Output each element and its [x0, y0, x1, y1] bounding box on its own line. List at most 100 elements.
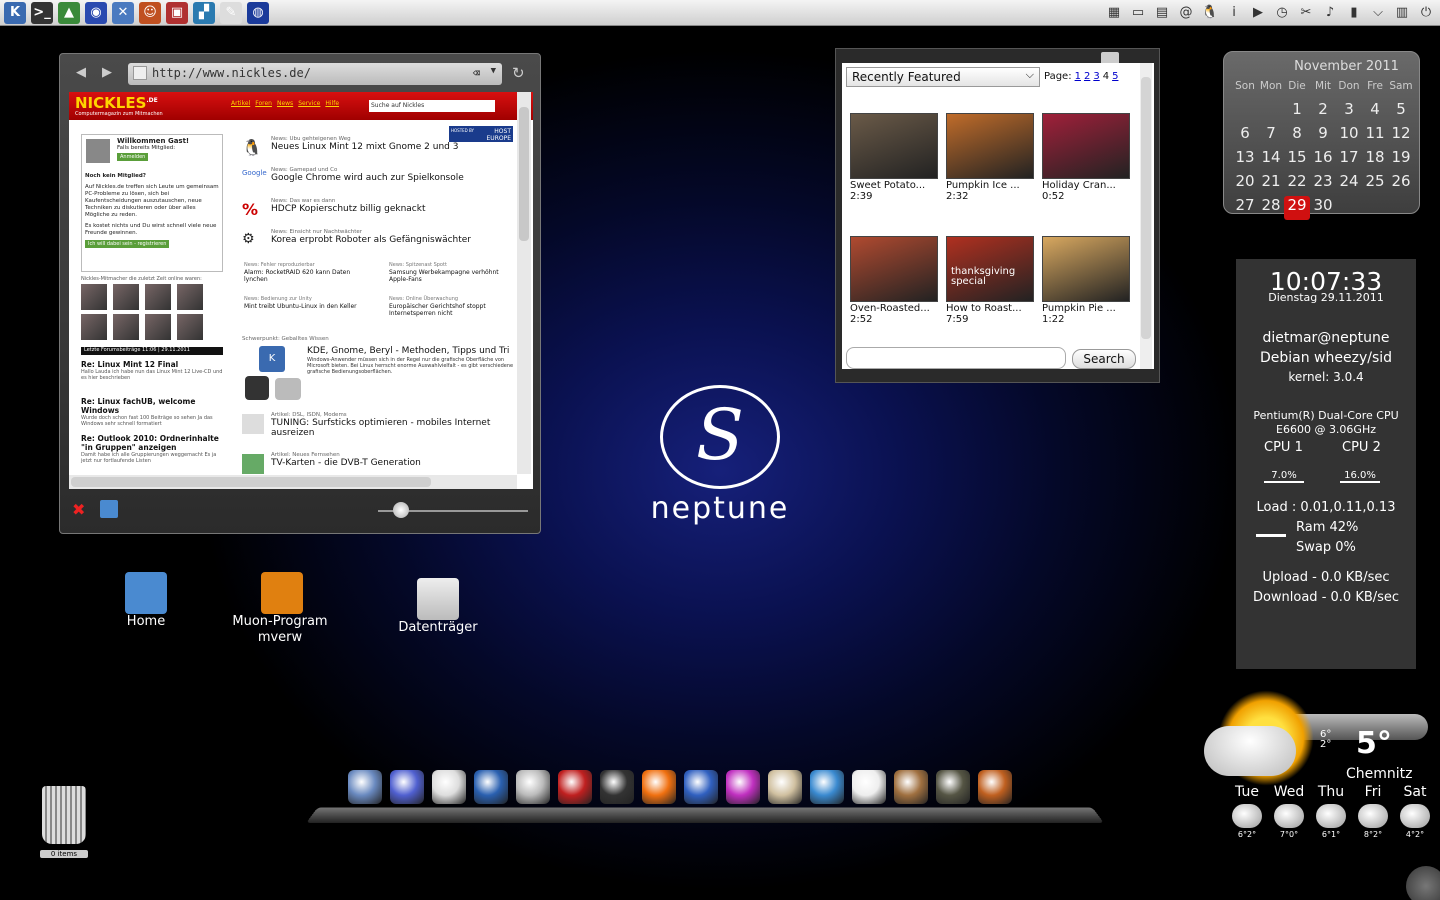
video-title[interactable]: Holiday Cran... [1042, 180, 1132, 191]
tools-icon[interactable]: ✕ [112, 1, 134, 24]
calendar-day[interactable]: 28 [1258, 196, 1284, 220]
calendar-day[interactable]: 13 [1232, 148, 1258, 172]
member-avatar[interactable] [113, 314, 139, 340]
calendar-today[interactable]: 29 [1284, 196, 1310, 220]
power-icon[interactable]: ⏻ [1416, 2, 1436, 22]
forum-post[interactable]: Re: Linux Mint 12 Final Hallo Lauda ich h… [81, 360, 225, 381]
vlc-icon[interactable] [642, 770, 676, 804]
member-avatar[interactable] [177, 314, 203, 340]
video-thumbnail[interactable]: Holiday Cran... 0:52 [1042, 113, 1132, 202]
page-link[interactable]: 3 [1093, 71, 1099, 82]
calendar-day[interactable]: 14 [1258, 148, 1284, 172]
calendar-day[interactable]: 10 [1336, 124, 1362, 148]
register-button[interactable]: Ich will dabei sein - registrieren [85, 240, 170, 248]
compass-icon[interactable] [516, 770, 550, 804]
kde-menu-icon[interactable]: K [4, 1, 26, 24]
video-thumbnail[interactable]: Pumpkin Ice ... 2:32 [946, 113, 1036, 202]
member-avatar[interactable] [81, 314, 107, 340]
calendar-day[interactable]: 24 [1336, 172, 1362, 196]
bookmarks-icon[interactable] [100, 500, 118, 518]
small-news[interactable]: News: Fehler reproduzierbar Alarm: Rocket… [244, 262, 372, 283]
back-button[interactable]: ◀ [72, 65, 90, 81]
focus-headline[interactable]: KDE, Gnome, Beryl - Methoden, Tipps und … [307, 346, 527, 356]
calendar-day[interactable]: 12 [1388, 124, 1414, 148]
monitor-icon[interactable]: ▲ [58, 1, 80, 24]
url-bar[interactable]: http://www.nickles.de/ ⌫ ▼ [128, 63, 502, 85]
calendar-day[interactable]: 7 [1258, 124, 1284, 148]
small-news[interactable]: News: Bedienung zur Unity Mint treibt Ubu… [244, 296, 372, 310]
calendar-day[interactable]: 20 [1232, 172, 1258, 196]
member-avatar[interactable] [145, 314, 171, 340]
network-icon[interactable]: ◉ [85, 1, 107, 24]
calendar-day[interactable]: 22 [1284, 172, 1310, 196]
chess-pieces-icon[interactable] [936, 770, 970, 804]
desktop-icon-home[interactable]: Home [116, 572, 176, 629]
scrollbar-thumb[interactable] [519, 107, 529, 241]
animal-icon[interactable]: ☺ [139, 1, 161, 24]
system-monitor-icon[interactable]: ▥ [1392, 2, 1412, 22]
calendar-day[interactable]: 15 [1284, 148, 1310, 172]
google-earth-icon[interactable] [474, 770, 508, 804]
calendar-day[interactable]: 9 [1310, 124, 1336, 148]
calendar-icon[interactable]: ▤ [1152, 2, 1172, 22]
wolf-browser-icon[interactable] [684, 770, 718, 804]
video-category-select[interactable]: Recently Featured [846, 67, 1040, 87]
scissors-icon[interactable]: ✂ [1296, 2, 1316, 22]
video-preview[interactable] [1042, 113, 1130, 179]
calendar-day[interactable]: 17 [1336, 148, 1362, 172]
volume-icon[interactable]: ♪ [1320, 2, 1340, 22]
tux-icon[interactable]: 🐧 [1200, 2, 1220, 22]
clock-icon[interactable]: ◷ [1272, 2, 1292, 22]
site-menu-item[interactable]: Foren [255, 100, 272, 107]
photos-icon[interactable] [768, 770, 802, 804]
url-dropdown-icon[interactable]: ▼ [491, 66, 496, 76]
trash[interactable]: 0 items [40, 786, 88, 858]
scrollbar-thumb[interactable] [1141, 77, 1151, 339]
forward-button[interactable]: ▶ [98, 65, 116, 81]
calendar-day[interactable]: 23 [1310, 172, 1336, 196]
video-search-input[interactable] [846, 347, 1066, 369]
member-avatar[interactable] [177, 284, 203, 310]
forum-post[interactable]: Re: Linux fachUB, welcome Windows Wurde d… [81, 397, 225, 427]
desktop-corner-icon[interactable] [1406, 866, 1440, 900]
video-search-button[interactable]: Search [1072, 349, 1136, 369]
vertical-scrollbar[interactable] [517, 92, 531, 474]
alarm-icon[interactable] [558, 770, 592, 804]
calendar-day[interactable]: 11 [1362, 124, 1388, 148]
site-menu-item[interactable]: Service [298, 100, 320, 107]
video-thumbnail[interactable]: Pumpkin Pie ... 1:22 [1042, 236, 1132, 325]
calendar-day[interactable]: 25 [1362, 172, 1388, 196]
chess-board-icon[interactable] [894, 770, 928, 804]
close-icon[interactable]: ✖ [72, 500, 85, 519]
chart-icon[interactable]: ▞ [193, 1, 215, 24]
calculator-icon[interactable]: ▦ [1104, 2, 1124, 22]
chevron-down-icon[interactable]: ⌵ [1368, 2, 1388, 22]
page-link[interactable]: 2 [1084, 71, 1090, 82]
member-avatar[interactable] [81, 284, 107, 310]
video-preview[interactable] [850, 236, 938, 302]
calendar-day[interactable]: 30 [1310, 196, 1336, 220]
hosted-badge[interactable]: HOSTED BY HOST EUROPE [449, 126, 513, 142]
site-menu-item[interactable]: Artikel [231, 100, 250, 107]
terminal-icon[interactable]: >_ [31, 1, 53, 24]
calendar-day[interactable]: 16 [1310, 148, 1336, 172]
video-preview[interactable] [1042, 236, 1130, 302]
calendar-day[interactable]: 2 [1310, 100, 1336, 124]
video-title[interactable]: Pumpkin Pie ... [1042, 303, 1132, 314]
reload-icon[interactable]: ↻ [512, 64, 525, 82]
mail-stamp-icon[interactable] [432, 770, 466, 804]
calendar-day[interactable]: 8 [1284, 124, 1310, 148]
video-title[interactable]: Sweet Potato... [850, 180, 940, 191]
info-icon[interactable]: i [1224, 2, 1244, 22]
small-news[interactable]: News: Spitzenast Spott Samsung Werbekampa… [389, 262, 517, 283]
video-preview[interactable]: thanksgiving special [946, 236, 1034, 302]
screen-icon[interactable] [978, 770, 1012, 804]
notes-icon[interactable]: ✎ [220, 1, 242, 24]
play-icon[interactable]: ▶ [1248, 2, 1268, 22]
desktop-icon-muon[interactable]: Muon-Programmverw [232, 572, 332, 646]
video-title[interactable]: Pumpkin Ice ... [946, 180, 1036, 191]
video-title[interactable]: Oven-Roasted... [850, 303, 940, 314]
drive-icon[interactable]: ▭ [1128, 2, 1148, 22]
calendar-day[interactable]: 5 [1388, 100, 1414, 124]
calendar-day[interactable]: 19 [1388, 148, 1414, 172]
